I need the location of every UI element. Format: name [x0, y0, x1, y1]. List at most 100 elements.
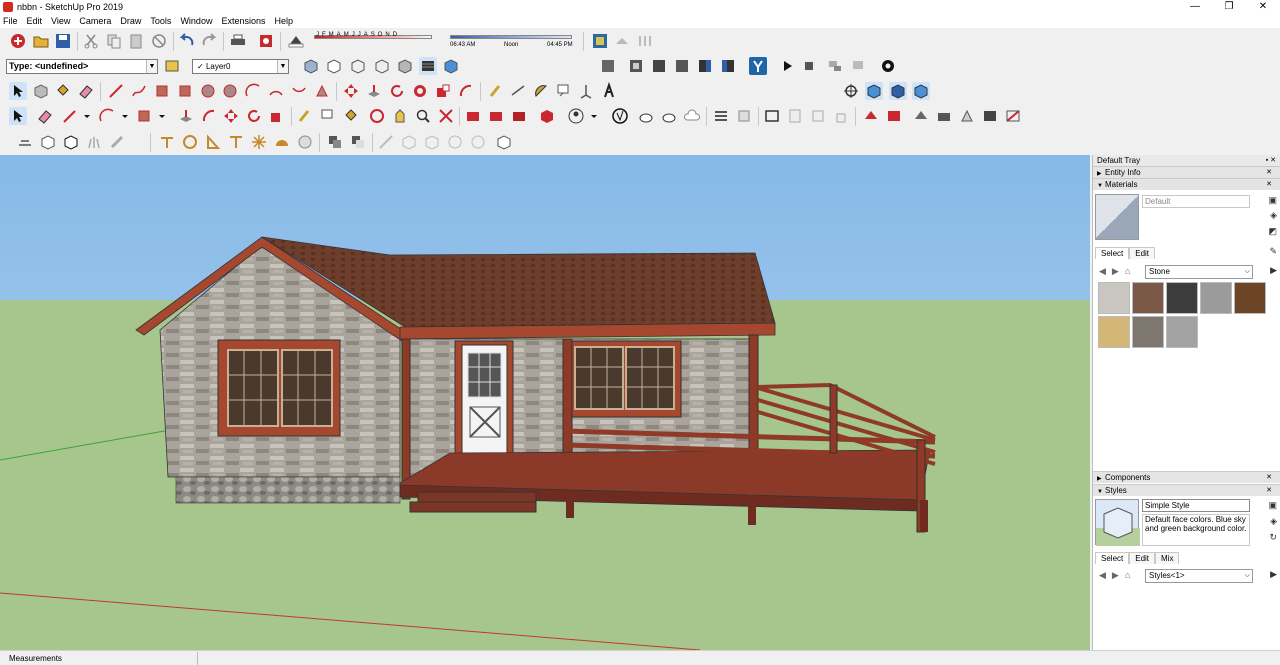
pencil-icon[interactable] — [61, 107, 79, 125]
rectangle-icon[interactable] — [153, 82, 171, 100]
user-profile-icon[interactable] — [567, 107, 585, 125]
grass-icon[interactable] — [85, 133, 103, 151]
tab-edit[interactable]: Edit — [1129, 552, 1156, 564]
style-description[interactable]: Default face colors. Blue sky and green … — [1142, 514, 1250, 546]
move-tool-icon[interactable] — [222, 107, 240, 125]
create-material-icon[interactable]: ▣ — [1268, 195, 1277, 206]
stone-swatch[interactable] — [1166, 282, 1198, 314]
door-frame-icon[interactable] — [786, 107, 804, 125]
geo-location-icon[interactable] — [591, 32, 609, 50]
styles-header[interactable]: ▼ Styles ✕ — [1093, 484, 1280, 496]
smoove-icon[interactable] — [912, 107, 930, 125]
chevron-down-icon[interactable] — [585, 107, 597, 125]
validation-icon[interactable] — [611, 107, 629, 125]
menu-help[interactable]: Help — [274, 16, 293, 26]
brush-icon[interactable] — [108, 133, 126, 151]
update-style-icon[interactable]: ◈ — [1270, 516, 1277, 527]
line-tool-icon[interactable] — [107, 82, 125, 100]
lock-frame-icon[interactable] — [832, 107, 850, 125]
erase-icon[interactable] — [150, 32, 168, 50]
forward-arrow-icon[interactable]: ▶ — [1112, 266, 1119, 277]
minimize-button[interactable]: — — [1178, 0, 1212, 14]
pushpull-tool-icon[interactable] — [177, 107, 195, 125]
tab-edit[interactable]: Edit — [1129, 247, 1156, 259]
pin-icon[interactable]: ▪ — [1266, 157, 1268, 164]
dome-icon[interactable] — [273, 133, 291, 151]
open-folder-icon[interactable] — [32, 32, 50, 50]
solid-tools-3-icon[interactable] — [423, 133, 441, 151]
window-frame-icon[interactable] — [763, 107, 781, 125]
text-label-icon[interactable] — [319, 107, 337, 125]
look-around-icon[interactable] — [889, 82, 907, 100]
chevron-down-icon[interactable] — [116, 107, 128, 125]
distribute-icon[interactable] — [735, 107, 753, 125]
layer-selector[interactable]: ✓ Layer0 ▼ — [192, 59, 289, 74]
circle-icon[interactable] — [199, 82, 217, 100]
extension-warehouse-icon[interactable] — [538, 107, 556, 125]
details-arrow-icon[interactable]: ▶ — [1270, 569, 1277, 580]
share-model-icon[interactable] — [487, 107, 505, 125]
sample-paint-icon[interactable]: ✎ — [1269, 246, 1277, 257]
chevron-down-icon[interactable]: ⌵ — [1245, 266, 1250, 278]
entity-info-header[interactable]: ▶ Entity Info ✕ — [1093, 166, 1280, 178]
gear-icon[interactable] — [879, 57, 897, 75]
back-arrow-icon[interactable]: ◀ — [1099, 266, 1106, 277]
back-view-icon[interactable] — [719, 57, 737, 75]
home-icon[interactable]: ⌂ — [1125, 570, 1130, 581]
materials-header[interactable]: ▼ Materials ✕ — [1093, 178, 1280, 190]
new-model-button[interactable] — [9, 32, 27, 50]
push-pull-icon[interactable] — [365, 82, 383, 100]
add-detail-icon[interactable] — [981, 107, 999, 125]
eraser-icon[interactable] — [77, 82, 95, 100]
offset-icon[interactable] — [457, 82, 475, 100]
subtract-icon[interactable] — [349, 133, 367, 151]
offset-tool-icon[interactable] — [200, 107, 218, 125]
select-tool-icon[interactable] — [9, 107, 27, 125]
close-button[interactable]: ✕ — [1246, 0, 1280, 14]
details-arrow-icon[interactable]: ▶ — [1270, 265, 1277, 276]
star-burst-icon[interactable] — [250, 133, 268, 151]
menu-draw[interactable]: Draw — [120, 16, 141, 26]
close-icon[interactable]: ✕ — [1270, 157, 1276, 164]
material-name-field[interactable]: Default — [1142, 195, 1250, 208]
teapot-hand-icon[interactable] — [660, 107, 678, 125]
polygon-icon[interactable] — [221, 82, 239, 100]
tab-select[interactable]: Select — [1095, 552, 1130, 564]
arc-icon[interactable] — [244, 82, 262, 100]
tape-measure-icon[interactable] — [487, 82, 505, 100]
top-view-icon[interactable] — [650, 57, 668, 75]
paint-bucket-icon[interactable] — [54, 82, 72, 100]
undo-icon[interactable] — [178, 32, 196, 50]
material-library-select[interactable]: Stone ⌵ — [1145, 265, 1253, 279]
sandbox-scratch-icon[interactable] — [862, 107, 880, 125]
teapot-icon[interactable] — [637, 107, 655, 125]
chevron-down-icon[interactable] — [153, 107, 165, 125]
rotated-rectangle-icon[interactable] — [176, 82, 194, 100]
chevron-down-icon[interactable]: ⌵ — [1245, 570, 1250, 582]
forward-arrow-icon[interactable]: ▶ — [1112, 570, 1119, 581]
stone-swatch[interactable] — [1098, 282, 1130, 314]
components-header[interactable]: ▶ Components ✕ — [1093, 471, 1280, 483]
shadows-toggle-icon[interactable] — [287, 32, 305, 50]
stone-swatch[interactable] — [1132, 316, 1164, 348]
walk-icon[interactable] — [865, 82, 883, 100]
component-browser-icon[interactable] — [495, 133, 513, 151]
rotate-icon[interactable] — [388, 82, 406, 100]
position-camera-icon[interactable] — [842, 82, 860, 100]
section-fill-icon[interactable] — [912, 82, 930, 100]
save-icon[interactable] — [54, 32, 72, 50]
refresh-icon[interactable]: ↻ — [1269, 532, 1277, 543]
close-icon[interactable]: ✕ — [1266, 472, 1272, 483]
flip-edge-icon[interactable] — [1004, 107, 1022, 125]
display-secondary-icon[interactable]: ◈ — [1270, 210, 1277, 221]
eraser-tool-icon[interactable] — [36, 107, 54, 125]
print-icon[interactable] — [229, 32, 247, 50]
add-location-icon[interactable] — [613, 32, 631, 50]
align-icon[interactable] — [712, 107, 730, 125]
protractor-icon[interactable] — [532, 82, 550, 100]
paint-layer-icon[interactable] — [163, 57, 181, 75]
stone-swatch[interactable] — [1200, 282, 1232, 314]
chevron-down-icon[interactable]: ▼ — [146, 60, 157, 73]
tab-select[interactable]: Select — [1095, 247, 1130, 259]
three-point-arc-icon[interactable] — [290, 82, 308, 100]
